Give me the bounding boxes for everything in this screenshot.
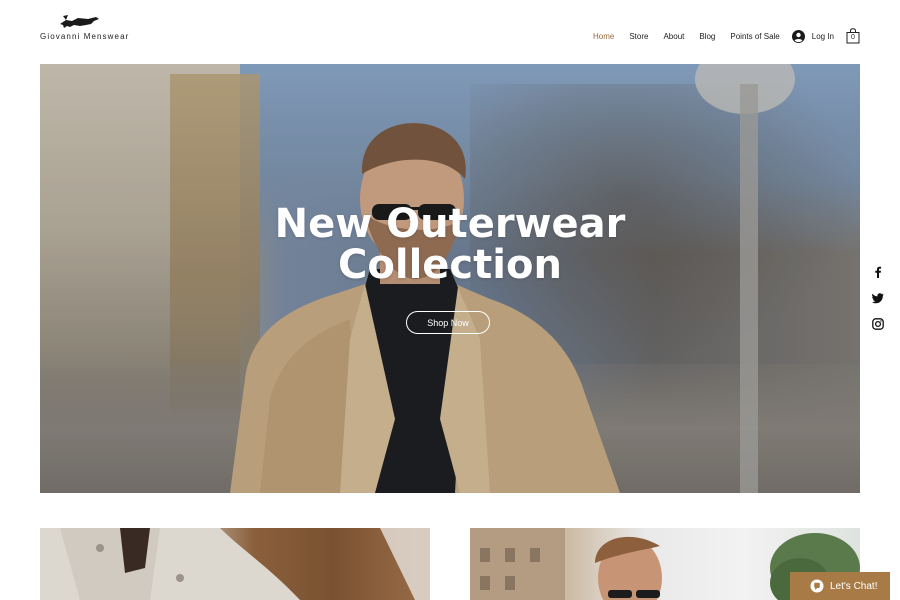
hero-banner: New Outerwear Collection Shop Now bbox=[40, 64, 860, 493]
fox-icon bbox=[60, 15, 99, 28]
instagram-icon[interactable] bbox=[872, 318, 884, 330]
site-header: Giovanni Menswear Home Store About Blog … bbox=[0, 0, 900, 64]
chat-label: Let's Chat! bbox=[830, 580, 878, 592]
coat-image bbox=[40, 528, 430, 600]
hero-title-line-2: Collection bbox=[338, 242, 562, 288]
cart-count: 0 bbox=[851, 34, 855, 41]
login-label: Log In bbox=[811, 31, 834, 41]
brand-name: Giovanni Menswear bbox=[40, 32, 130, 41]
twitter-icon[interactable] bbox=[872, 292, 884, 304]
chat-bubble-icon bbox=[810, 579, 824, 593]
hero-title: New Outerwear Collection bbox=[40, 204, 860, 286]
nav-item-points-of-sale[interactable]: Points of Sale bbox=[730, 32, 779, 41]
nav-item-store[interactable]: Store bbox=[629, 32, 648, 41]
shop-now-button[interactable]: Shop Now bbox=[406, 311, 490, 334]
facebook-icon[interactable] bbox=[872, 266, 884, 278]
main-nav: Home Store About Blog Points of Sale Log… bbox=[578, 26, 860, 46]
login-button[interactable]: Log In bbox=[791, 29, 834, 43]
nav-item-blog[interactable]: Blog bbox=[699, 32, 715, 41]
nav-item-home[interactable]: Home bbox=[593, 32, 614, 41]
brand-logo[interactable]: Giovanni Menswear bbox=[40, 12, 130, 44]
user-avatar-icon bbox=[791, 29, 805, 43]
cart-button[interactable]: 0 bbox=[846, 28, 860, 44]
nav-item-about[interactable]: About bbox=[663, 32, 684, 41]
category-tile-left[interactable] bbox=[40, 528, 430, 600]
social-bar bbox=[872, 266, 886, 344]
chat-widget-button[interactable]: Let's Chat! bbox=[790, 572, 890, 600]
hero-title-line-1: New Outerwear bbox=[274, 201, 626, 247]
